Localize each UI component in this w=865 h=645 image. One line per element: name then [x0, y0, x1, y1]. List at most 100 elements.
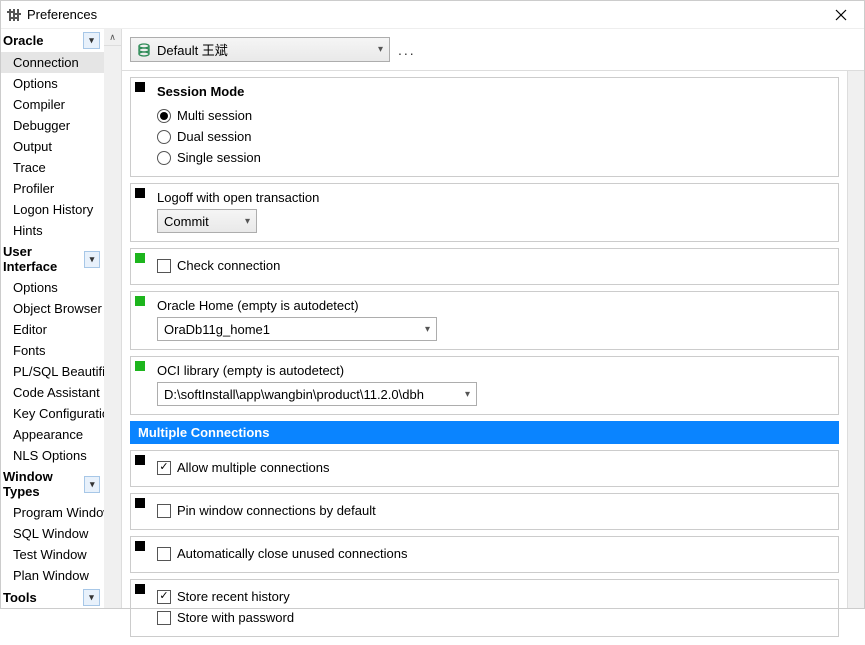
store-recent-checkbox[interactable]: [157, 590, 171, 604]
nav-category-label: Tools: [3, 590, 37, 605]
group-marker: [135, 455, 145, 465]
nav-item-logon-history[interactable]: Logon History: [1, 199, 104, 220]
group-marker: [135, 188, 145, 198]
nav-item-sql-window[interactable]: SQL Window: [1, 523, 104, 544]
oracle-home-combo[interactable]: OraDb11g_home1 ▾: [157, 317, 437, 341]
session-mode-radio-single-session[interactable]: [157, 151, 171, 165]
check-connection-label: Check connection: [177, 258, 280, 273]
window-title: Preferences: [27, 7, 97, 22]
oci-library-group: OCI library (empty is autodetect) D:\sof…: [130, 356, 839, 415]
nav-category-window-types[interactable]: Window Types▾: [1, 466, 104, 502]
nav-item-nls-options[interactable]: NLS Options: [1, 445, 104, 466]
nav-category-label: Window Types: [3, 469, 84, 499]
nav-item-trace[interactable]: Trace: [1, 157, 104, 178]
nav-category-label: Oracle: [3, 33, 43, 48]
logoff-combo[interactable]: Commit ▾: [157, 209, 257, 233]
store-recent-label: Store recent history: [177, 589, 290, 604]
chevron-down-icon: ▾: [245, 216, 250, 227]
nav-item-code-assistant[interactable]: Code Assistant: [1, 382, 104, 403]
nav-item-appearance[interactable]: Appearance: [1, 424, 104, 445]
content-area: Session Mode Multi session Dual session Si…: [122, 71, 847, 645]
nav-category-oracle[interactable]: Oracle ▾: [1, 29, 104, 52]
close-icon: [835, 9, 847, 21]
oracle-home-group: Oracle Home (empty is autodetect) OraDb1…: [130, 291, 839, 350]
nav-item-fonts[interactable]: Fonts: [1, 340, 104, 361]
content-scrollbar[interactable]: [847, 71, 864, 608]
session-mode-radio-multi-session[interactable]: [157, 109, 171, 123]
group-marker: [135, 253, 145, 263]
chevron-down-icon: ▾: [425, 324, 430, 335]
nav-category-tools[interactable]: Tools ▾: [1, 586, 104, 608]
group-marker: [135, 541, 145, 551]
collapse-button[interactable]: ▾: [83, 32, 100, 49]
oracle-home-value: OraDb11g_home1: [164, 322, 270, 337]
more-button[interactable]: ...: [398, 42, 416, 58]
nav-panel: Oracle▾ConnectionOptionsCompilerDebugger…: [1, 29, 122, 608]
nav-category-user-interface[interactable]: User Interface▾: [1, 241, 104, 277]
nav-item-profiler[interactable]: Profiler: [1, 178, 104, 199]
group-marker: [135, 82, 145, 92]
auto-close-checkbox[interactable]: [157, 547, 171, 561]
pin-window-group: Pin window connections by default: [130, 493, 839, 530]
logoff-group: Logoff with open transaction Commit ▾: [130, 183, 839, 242]
group-marker: [135, 498, 145, 508]
nav-item-debugger[interactable]: Debugger: [1, 115, 104, 136]
chevron-down-icon: ▾: [378, 44, 383, 55]
nav-item-test-window[interactable]: Test Window: [1, 544, 104, 565]
logoff-label: Logoff with open transaction: [157, 190, 830, 205]
nav-item-compiler[interactable]: Compiler: [1, 94, 104, 115]
session-mode-option-label: Single session: [177, 150, 261, 165]
oci-library-combo[interactable]: D:\softInstall\app\wangbin\product\11.2.…: [157, 382, 477, 406]
preferences-icon: [7, 8, 21, 22]
session-mode-radio-dual-session[interactable]: [157, 130, 171, 144]
check-connection-checkbox[interactable]: [157, 259, 171, 273]
allow-multiple-checkbox[interactable]: [157, 461, 171, 475]
oci-library-value: D:\softInstall\app\wangbin\product\11.2.…: [164, 387, 424, 402]
oci-library-label: OCI library (empty is autodetect): [157, 363, 830, 378]
nav-item-key-configuration[interactable]: Key Configuration: [1, 403, 104, 424]
session-mode-group: Session Mode Multi session Dual session Si…: [130, 77, 839, 177]
nav-item-pl-sql-beautifier[interactable]: PL/SQL Beautifier: [1, 361, 104, 382]
check-connection-group: Check connection: [130, 248, 839, 285]
store-password-checkbox[interactable]: [157, 611, 171, 625]
store-history-group: Store recent history Store with password: [130, 579, 839, 637]
nav-item-hints[interactable]: Hints: [1, 220, 104, 241]
nav-item-options[interactable]: Options: [1, 277, 104, 298]
logoff-value: Commit: [164, 214, 209, 229]
nav-item-connection[interactable]: Connection: [1, 52, 104, 73]
pin-window-checkbox[interactable]: [157, 504, 171, 518]
collapse-button[interactable]: ▾: [83, 589, 100, 606]
pref-toolbar: Default 王斌 ▾ ...: [122, 29, 864, 71]
group-marker: [135, 584, 145, 594]
group-marker: [135, 296, 145, 306]
chevron-down-icon: ▾: [465, 389, 470, 400]
nav-item-output[interactable]: Output: [1, 136, 104, 157]
preference-set-dropdown[interactable]: Default 王斌 ▾: [130, 37, 390, 62]
collapse-button[interactable]: ▾: [84, 476, 100, 493]
collapse-button[interactable]: ▾: [84, 251, 100, 268]
nav-item-editor[interactable]: Editor: [1, 319, 104, 340]
nav-item-plan-window[interactable]: Plan Window: [1, 565, 104, 586]
pin-window-label: Pin window connections by default: [177, 503, 376, 518]
scroll-up-button[interactable]: ∧: [104, 29, 121, 46]
nav-item-options[interactable]: Options: [1, 73, 104, 94]
session-mode-option-label: Multi session: [177, 108, 252, 123]
auto-close-label: Automatically close unused connections: [177, 546, 408, 561]
nav-category-label: User Interface: [3, 244, 84, 274]
store-password-label: Store with password: [177, 610, 294, 625]
oracle-home-label: Oracle Home (empty is autodetect): [157, 298, 830, 313]
auto-close-group: Automatically close unused connections: [130, 536, 839, 573]
nav-item-program-window[interactable]: Program Window: [1, 502, 104, 523]
allow-multiple-label: Allow multiple connections: [177, 460, 329, 475]
nav-item-object-browser[interactable]: Object Browser: [1, 298, 104, 319]
session-mode-option-label: Dual session: [177, 129, 251, 144]
close-button[interactable]: [824, 1, 858, 28]
preference-set-label: Default 王斌: [157, 40, 228, 59]
nav-scrollbar[interactable]: ∧: [104, 29, 121, 608]
database-icon: [137, 43, 151, 57]
group-marker: [135, 361, 145, 371]
multiple-connections-header: Multiple Connections: [130, 421, 839, 444]
session-mode-title: Session Mode: [157, 84, 830, 99]
titlebar: Preferences: [1, 1, 864, 29]
allow-multiple-group: Allow multiple connections: [130, 450, 839, 487]
